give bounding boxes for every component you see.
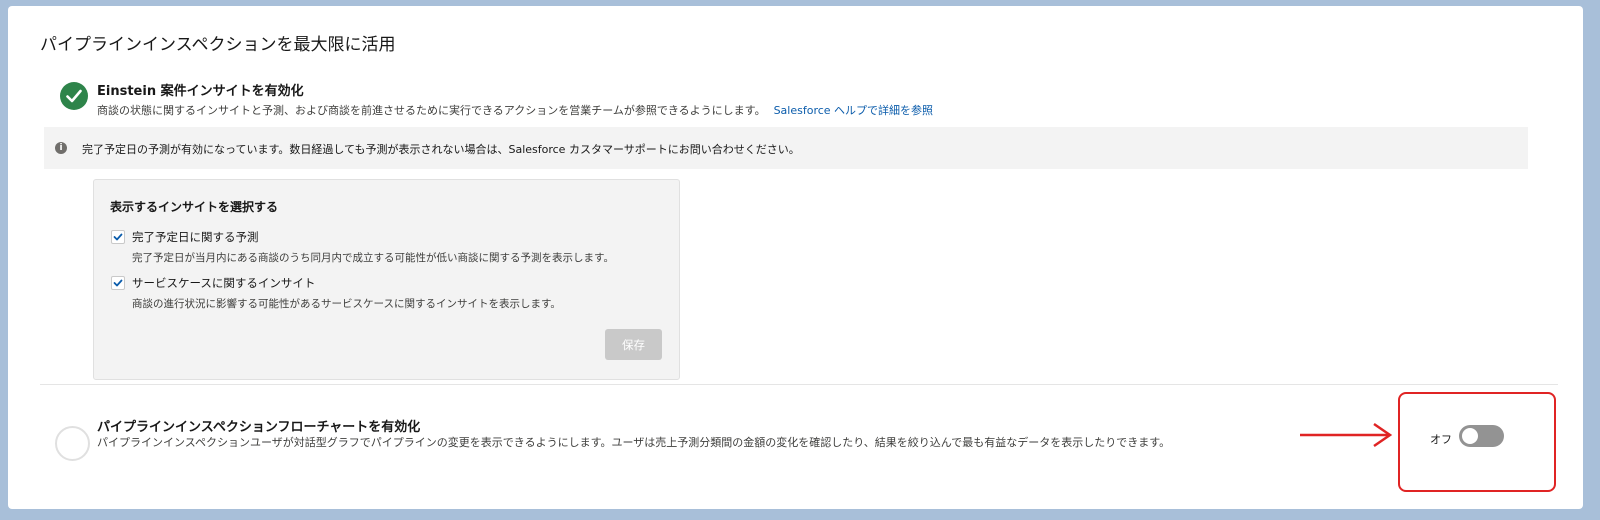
toggle-state-label: オフ [1430,433,1452,446]
close-date-prediction-checkbox[interactable] [111,230,125,244]
save-button[interactable]: 保存 [605,329,662,360]
empty-status-circle-icon [55,426,90,461]
service-case-insight-label: サービスケースに関するインサイト [132,276,316,290]
toggle-knob [1462,428,1478,444]
close-date-prediction-label: 完了予定日に関する予測 [132,230,259,244]
page-title: パイプラインインスペクションを最大限に活用 [40,35,396,55]
flowchart-toggle[interactable] [1459,425,1504,447]
info-banner: i 完了予定日の予測が有効になっています。数日経過しても予測が表示されない場合は… [44,127,1528,169]
einstein-section-title: Einstein 案件インサイトを有効化 [97,84,304,99]
insight-box-title: 表示するインサイトを選択する [110,200,279,214]
service-case-insight-checkbox[interactable] [111,276,125,290]
service-case-insight-description: 商談の進行状況に影響する可能性があるサービスケースに関するインサイトを表示します… [132,298,561,310]
close-date-prediction-description: 完了予定日が当月内にある商談のうち同月内で成立する可能性が低い商談に関する予測を… [132,252,614,264]
einstein-description-text: 商談の状態に関するインサイトと予測、および商談を前進させるために実行できるアクシ… [97,104,766,117]
red-arrow-annotation-icon [1300,422,1393,448]
insight-selection-box: 表示するインサイトを選択する 完了予定日に関する予測 完了予定日が当月内にある商… [93,179,680,380]
einstein-section-description: 商談の状態に関するインサイトと予測、および商談を前進させるために実行できるアクシ… [97,102,933,118]
section-divider [40,384,1558,385]
flowchart-section-description: パイプラインインスペクションユーザが対話型グラフでパイプラインの変更を表示できる… [97,436,1171,449]
info-banner-text: 完了予定日の予測が有効になっています。数日経過しても予測が表示されない場合は、S… [82,143,800,156]
checkmark-icon [113,233,123,241]
checkmark-icon [113,279,123,287]
check-icon [60,82,88,110]
help-link[interactable]: Salesforce ヘルプで詳細を参照 [774,104,933,117]
settings-panel: パイプラインインスペクションを最大限に活用 Einstein 案件インサイトを有… [8,6,1583,509]
info-icon: i [55,142,67,154]
flowchart-section-title: パイプラインインスペクションフローチャートを有効化 [97,420,421,435]
